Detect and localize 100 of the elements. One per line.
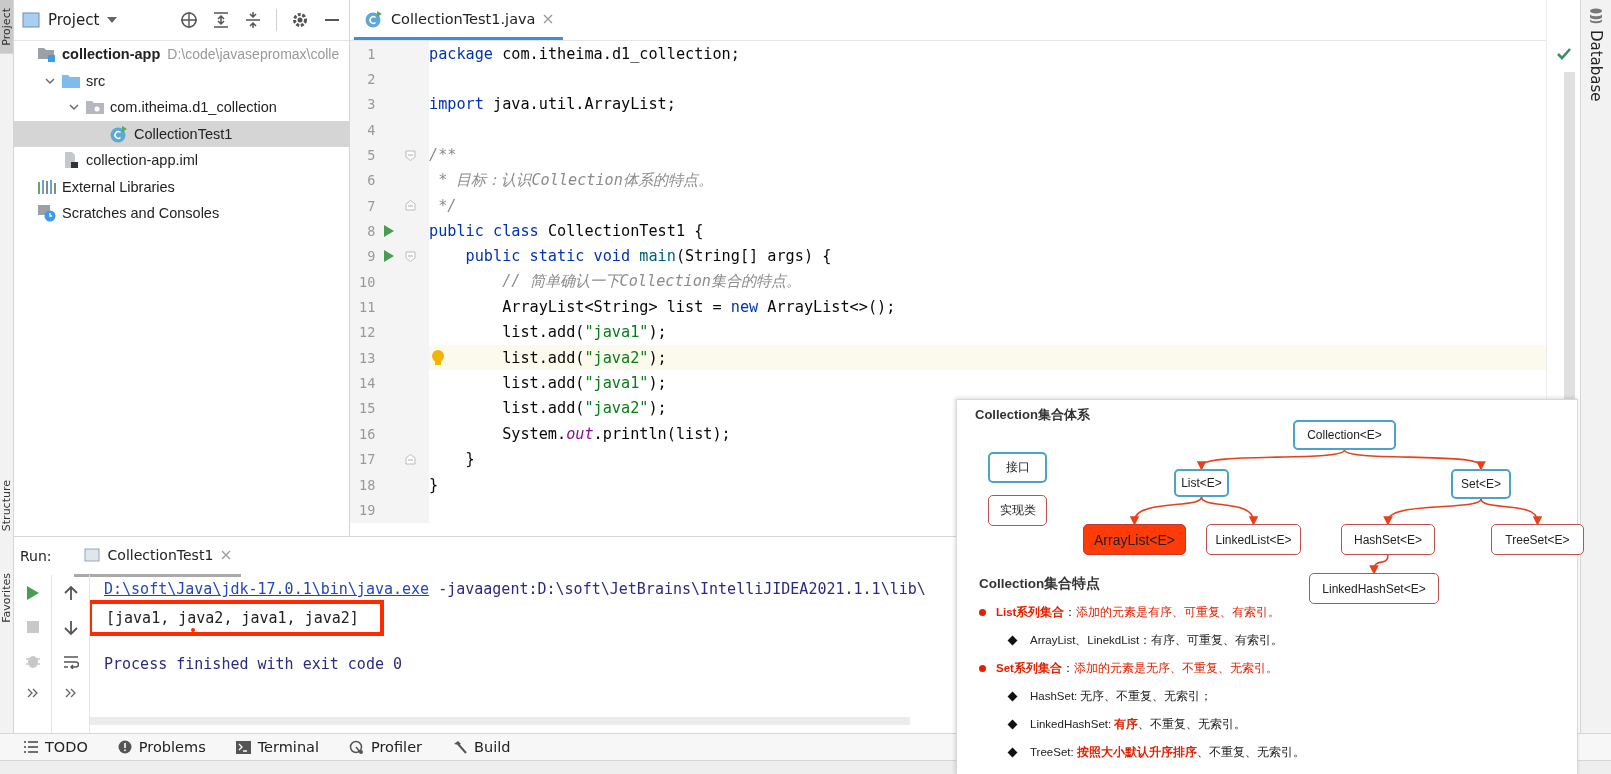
lightbulb-icon[interactable] <box>431 349 445 368</box>
bullet-icon <box>979 664 986 672</box>
diagram-node: Set<E> <box>1451 469 1511 499</box>
tool-window-tab[interactable]: Favorites <box>0 566 13 629</box>
crosshair-icon[interactable] <box>180 11 198 29</box>
wrap-icon[interactable] <box>62 655 79 669</box>
code-line: System.out.println(list); <box>502 424 731 443</box>
line-number: 11 <box>358 299 376 316</box>
libraries-icon <box>37 177 57 196</box>
terminal-icon <box>235 740 251 754</box>
tree-item[interactable]: src <box>14 67 349 94</box>
line-number: 16 <box>358 425 376 442</box>
legend-item: 接口 <box>988 452 1047 483</box>
up-arrow-icon[interactable] <box>63 585 78 601</box>
console-text: -javaagent:D:\soft\JetBrains\IntelliJIDEA2021.1.1\lib\ <box>437 580 926 598</box>
tree-item[interactable]: collection-app D:\code\javasepromax\colle <box>14 41 349 68</box>
tool-window-tab[interactable]: Structure <box>0 473 13 537</box>
more-icon[interactable] <box>64 688 77 698</box>
bullet-text: ArrayList、LinekdList：有序、可重复、有索引。 <box>1030 632 1284 648</box>
tool-window-tab[interactable]: Database <box>1587 0 1605 102</box>
close-icon[interactable] <box>221 549 232 560</box>
tool-window-button[interactable]: TODO <box>24 739 88 755</box>
check-icon <box>1556 48 1571 60</box>
run-label: Run: <box>20 548 52 564</box>
class-icon <box>364 9 384 28</box>
code-line: } <box>429 475 439 494</box>
line-number: 1 <box>366 45 376 62</box>
code-line: import java.util.ArrayList; <box>429 95 676 114</box>
bullet-text: List系列集合：添加的元素是有序、可重复、有索引。 <box>996 604 1281 620</box>
line-number: 12 <box>358 324 376 341</box>
profiler-icon <box>349 739 364 755</box>
more-icon[interactable] <box>26 688 39 698</box>
code-line: list.add("java2"); <box>502 399 667 418</box>
line-number: 8 <box>366 223 376 240</box>
code-line: package com.itheima.d1_collection; <box>429 44 740 63</box>
cursor-dot <box>191 628 195 632</box>
line-number: 19 <box>358 501 376 518</box>
down-arrow-icon[interactable] <box>63 620 78 636</box>
diagram-node: HashSet<E> <box>1341 524 1435 555</box>
alert-icon <box>117 740 132 754</box>
diagram-node: TreeSet<E> <box>1491 524 1584 555</box>
section-title: Collection集合特点 <box>979 575 1101 593</box>
rerun-icon[interactable] <box>25 585 40 601</box>
tree-item[interactable]: Scratches and Consoles <box>14 200 349 227</box>
line-number: 18 <box>358 476 376 493</box>
scrollbar[interactable] <box>90 717 910 725</box>
line-number: 10 <box>358 273 376 290</box>
slide-title: Collection集合体系 <box>975 406 1090 424</box>
line-number: 5 <box>366 147 376 164</box>
legend-item: 实现类 <box>988 495 1047 526</box>
run-icon[interactable] <box>383 250 395 263</box>
line-number: 6 <box>366 172 376 189</box>
line-number: 4 <box>366 121 376 138</box>
run-icon[interactable] <box>383 225 395 238</box>
bullet-text: Set系列集合：添加的元素是无序、不重复、无索引。 <box>996 660 1278 676</box>
connector-arrow <box>1200 496 1258 526</box>
tree-item[interactable]: com.itheima.d1_collection <box>14 94 349 121</box>
code-line: public class CollectionTest1 { <box>429 222 704 241</box>
project-path: D:\code\javasepromax\colle <box>167 46 340 63</box>
java-path-link[interactable]: D:\soft\Java\jdk-17.0.1\bin\java.exe <box>104 580 430 598</box>
collapse-all-icon[interactable] <box>244 11 262 29</box>
diagram-node: Collection<E> <box>1293 420 1396 450</box>
tool-window-button[interactable]: Problems <box>117 739 206 755</box>
close-icon[interactable] <box>542 13 553 24</box>
package-folder-icon <box>85 98 105 117</box>
bullet-text: LinkedHashSet: 有序、不重复、无索引。 <box>1030 716 1247 732</box>
line-number: 2 <box>366 71 376 87</box>
tool-window-button[interactable]: Build <box>452 739 511 755</box>
window-icon <box>22 12 40 28</box>
bullet-text: HashSet: 无序、不重复、无索引； <box>1030 688 1213 704</box>
tool-window-button[interactable]: Terminal <box>235 739 319 755</box>
console-icon <box>83 547 100 562</box>
expand-all-icon[interactable] <box>212 11 230 29</box>
tree-item[interactable]: CollectionTest1 <box>14 120 349 147</box>
code-line: list.add("java1"); <box>502 374 667 393</box>
code-line: /** <box>429 146 457 165</box>
tree-item[interactable]: External Libraries <box>14 173 349 200</box>
code-line: * 目标：认识Collection体系的特点。 <box>438 169 713 191</box>
bullet-text: TreeSet: 按照大小默认升序排序、不重复、无索引。 <box>1030 744 1305 760</box>
run-tab[interactable]: CollectionTest1 <box>73 535 242 577</box>
line-number: 7 <box>366 197 376 214</box>
connector-arrow <box>1131 496 1203 526</box>
diagram-node: LinkedHashSet<E> <box>1309 573 1439 604</box>
tool-window-button[interactable]: Profiler <box>349 739 423 755</box>
scrollbar-thumb[interactable] <box>1564 72 1575 402</box>
hammer-icon <box>452 739 468 755</box>
code-line: list.add("java2"); <box>502 348 667 367</box>
project-view-dropdown[interactable]: Project <box>22 11 118 29</box>
tool-window-tab[interactable]: Project <box>0 0 13 54</box>
code-line: ArrayList<String> list = new ArrayList<>(); <box>502 298 896 317</box>
settings-icon[interactable] <box>291 11 309 29</box>
console-text: Process finished with exit code 0 <box>104 654 402 675</box>
caret-icon <box>107 16 118 24</box>
diagram-node: LinkedList<E> <box>1206 524 1301 555</box>
bullet-icon <box>979 608 986 616</box>
line-number: 15 <box>358 400 376 417</box>
diagram-node: List<E> <box>1174 469 1229 497</box>
code-line: public static void main(String[] args) { <box>465 247 832 266</box>
tree-item[interactable]: collection-app.iml <box>14 147 349 174</box>
module-folder-icon <box>37 45 57 64</box>
